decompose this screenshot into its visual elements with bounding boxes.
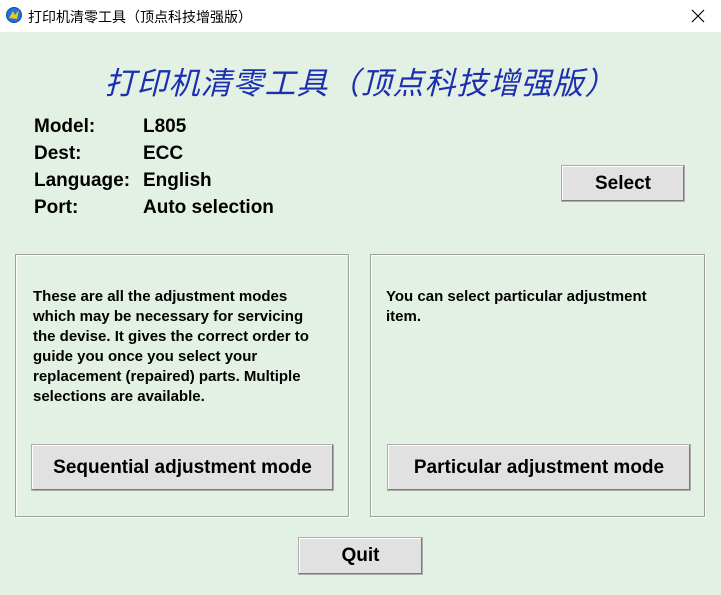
- description-line: selections are available.: [33, 388, 205, 405]
- sequential-adjustment-button[interactable]: Sequential adjustment mode: [31, 444, 334, 491]
- title-bar: 打印机清零工具（顶点科技增强版）: [0, 0, 721, 32]
- description-line: item.: [386, 308, 422, 325]
- quit-button[interactable]: Quit: [298, 537, 423, 575]
- select-button[interactable]: Select: [561, 165, 685, 202]
- model-label: Model:: [34, 116, 96, 137]
- description-line: which may be necessary for servicing: [33, 308, 304, 325]
- particular-panel: You can select particular adjustment ite…: [370, 254, 705, 517]
- app-icon: [6, 7, 22, 23]
- close-icon: [691, 9, 705, 23]
- language-label: Language:: [34, 170, 131, 191]
- dest-label: Dest:: [34, 143, 82, 164]
- app-heading: 打印机清零工具（顶点科技增强版）: [104, 66, 617, 102]
- particular-description: You can select particular adjustment ite…: [386, 287, 647, 327]
- sequential-description: These are all the adjustment modes which…: [33, 287, 309, 407]
- window-title: 打印机清零工具（顶点科技增强版）: [28, 10, 252, 26]
- language-value: English: [143, 170, 212, 191]
- close-button[interactable]: [675, 0, 721, 32]
- port-value: Auto selection: [143, 197, 274, 218]
- port-label: Port:: [34, 197, 79, 218]
- particular-adjustment-button[interactable]: Particular adjustment mode: [387, 444, 691, 491]
- description-line: These are all the adjustment modes: [33, 288, 288, 305]
- description-line: replacement (repaired) parts. Multiple: [33, 368, 301, 385]
- description-line: You can select particular adjustment: [386, 288, 647, 305]
- description-line: the devise. It gives the correct order t…: [33, 328, 309, 345]
- sequential-panel: These are all the adjustment modes which…: [15, 254, 349, 517]
- description-line: guide you once you select your: [33, 348, 258, 365]
- model-value: L805: [143, 116, 187, 137]
- dest-value: ECC: [143, 143, 184, 164]
